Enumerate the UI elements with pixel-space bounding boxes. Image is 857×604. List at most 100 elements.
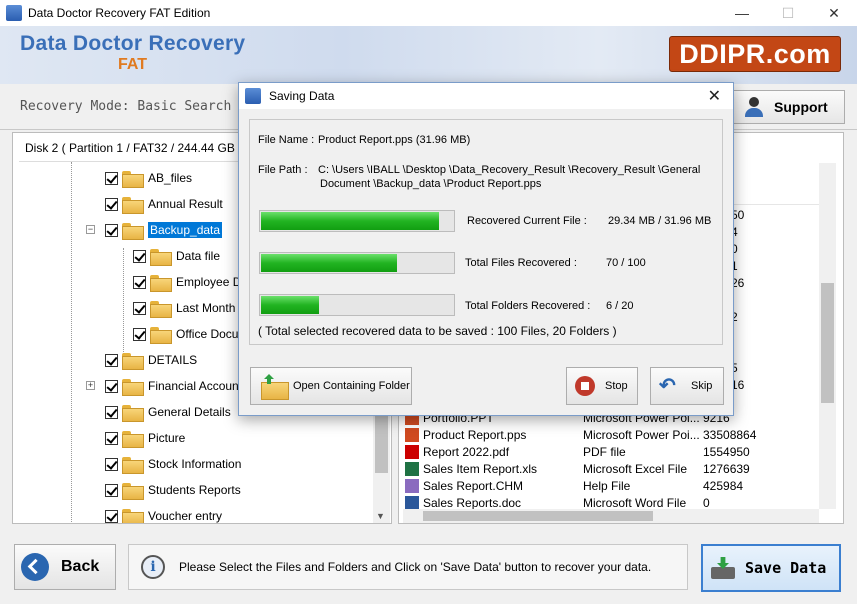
- ddipr-logo[interactable]: DDIPR.com: [669, 36, 841, 72]
- file-list-scrollbar[interactable]: [819, 163, 836, 509]
- folder-icon: [122, 170, 144, 188]
- scrollbar-thumb[interactable]: [821, 283, 834, 403]
- table-row[interactable]: Sales Item Report.xls Microsoft Excel Fi…: [403, 461, 819, 478]
- file-name-cell: Sales Report.CHM: [423, 479, 524, 493]
- checkbox[interactable]: [105, 457, 118, 471]
- app-icon: [6, 5, 22, 21]
- file-path-value-line2: Document \Backup_data \Product Report.pp…: [320, 178, 542, 190]
- file-size-cell: 0: [703, 496, 710, 510]
- skip-button[interactable]: ↶ Skip: [650, 367, 724, 405]
- save-label: Save Data: [745, 559, 827, 577]
- file-list-hscrollbar[interactable]: [403, 509, 819, 523]
- tree-item[interactable]: Picture: [105, 426, 185, 450]
- recovery-summary: ( Total selected recovered data to be sa…: [258, 324, 617, 338]
- expand-toggle[interactable]: +: [86, 381, 95, 390]
- back-button[interactable]: Back: [14, 544, 116, 590]
- table-row[interactable]: Product Report.pps Microsoft Power Poi..…: [403, 427, 819, 444]
- info-icon: i: [141, 555, 165, 579]
- files-recovered-label: Total Files Recovered :: [465, 257, 577, 269]
- tree-item[interactable]: Office Docum: [133, 322, 248, 346]
- excel-file-icon: [405, 462, 419, 476]
- file-name-cell: Sales Item Report.xls: [423, 462, 538, 476]
- tree-line: [123, 248, 124, 356]
- maximize-icon[interactable]: ☐: [765, 0, 811, 26]
- folder-icon: [122, 456, 144, 474]
- app-header: Data Doctor Recovery FAT DDIPR.com: [0, 26, 857, 84]
- tree-item[interactable]: AB_files: [105, 166, 192, 190]
- support-label: Support: [774, 99, 828, 115]
- tree-item[interactable]: Data file: [133, 244, 220, 268]
- folder-icon: [122, 196, 144, 214]
- file-type-cell: Microsoft Excel File: [583, 462, 688, 476]
- brand-edition: FAT: [118, 56, 148, 73]
- stop-button[interactable]: Stop: [566, 367, 638, 405]
- folder-icon: [122, 404, 144, 422]
- checkbox[interactable]: [105, 223, 118, 237]
- folders-recovered-label: Total Folders Recovered :: [465, 300, 591, 312]
- scrollbar-thumb[interactable]: [375, 413, 388, 473]
- checkbox[interactable]: [133, 275, 146, 289]
- file-name-cell: Report 2022.pdf: [423, 445, 510, 459]
- save-data-button[interactable]: Save Data: [701, 544, 841, 592]
- checkbox[interactable]: [105, 483, 118, 497]
- checkbox[interactable]: [133, 249, 146, 263]
- open-containing-folder-button[interactable]: Open Containing Folder: [250, 367, 412, 405]
- back-label: Back: [61, 558, 100, 575]
- table-row[interactable]: Report 2022.pdf PDF file 1554950: [403, 444, 819, 461]
- support-button[interactable]: Support: [733, 90, 845, 124]
- tree-item-label: General Details: [148, 405, 231, 419]
- collapse-toggle[interactable]: −: [86, 225, 95, 234]
- tree-item-label: Stock Information: [148, 457, 242, 471]
- open-folder-icon: [259, 374, 289, 400]
- tree-item[interactable]: Stock Information: [105, 452, 241, 476]
- close-icon[interactable]: ✕: [811, 0, 857, 26]
- checkbox[interactable]: [105, 353, 118, 367]
- checkbox[interactable]: [105, 405, 118, 419]
- checkbox[interactable]: [105, 509, 118, 523]
- folder-icon: [122, 430, 144, 448]
- info-message: Please Select the Files and Folders and …: [179, 560, 652, 574]
- file-size-cell: 1276639: [703, 462, 750, 476]
- progress-fill: [261, 212, 440, 230]
- tree-item[interactable]: Last Month Da: [133, 296, 254, 320]
- checkbox[interactable]: [105, 431, 118, 445]
- tree-item[interactable]: Employee Det: [133, 270, 251, 294]
- table-row[interactable]: Sales Report.CHM Help File 425984: [403, 478, 819, 495]
- tree-item[interactable]: Voucher entry: [105, 504, 222, 523]
- checkbox[interactable]: [133, 327, 146, 341]
- tree-item-label: Students Reports: [148, 483, 241, 497]
- save-disk-icon: [711, 557, 735, 579]
- scrollbar-thumb[interactable]: [423, 511, 653, 521]
- folder-icon: [150, 300, 172, 318]
- checkbox[interactable]: [105, 171, 118, 185]
- tree-item[interactable]: Annual Result: [105, 192, 223, 216]
- checkbox[interactable]: [105, 379, 118, 393]
- stop-label: Stop: [605, 380, 628, 392]
- tree-item[interactable]: Financial Accounting: [105, 374, 258, 398]
- tree-item[interactable]: General Details: [105, 400, 231, 424]
- checkbox[interactable]: [133, 301, 146, 315]
- title-bar: Data Doctor Recovery FAT Edition — ☐ ✕: [0, 0, 857, 26]
- tree-item[interactable]: DETAILS: [105, 348, 197, 372]
- minimize-icon[interactable]: —: [719, 0, 765, 26]
- file-name-label: File Name :: [258, 134, 315, 146]
- scroll-down-icon[interactable]: ▼: [376, 511, 385, 521]
- disk-label: Disk 2 ( Partition 1 / FAT32 / 244.44 GB…: [25, 141, 243, 155]
- file-size-cell: 1554950: [703, 445, 750, 459]
- dialog-app-icon: [245, 88, 261, 104]
- folder-icon: [122, 508, 144, 523]
- word-file-icon: [405, 496, 419, 510]
- file-size-cell: 425984: [703, 479, 744, 493]
- tree-item[interactable]: Students Reports: [105, 478, 241, 502]
- folder-icon: [122, 482, 144, 500]
- folders-progress: [259, 294, 455, 316]
- tree-item-selected[interactable]: Backup_data: [105, 218, 223, 242]
- tree-item-label: Voucher entry: [148, 509, 223, 523]
- tree-item-label: DETAILS: [148, 353, 198, 367]
- close-icon[interactable]: ✕: [708, 86, 721, 106]
- checkbox[interactable]: [105, 197, 118, 211]
- progress-fill: [261, 296, 320, 314]
- file-name-cell: Sales Reports.doc: [423, 496, 522, 510]
- folder-icon: [150, 274, 172, 292]
- support-person-icon: [744, 97, 764, 117]
